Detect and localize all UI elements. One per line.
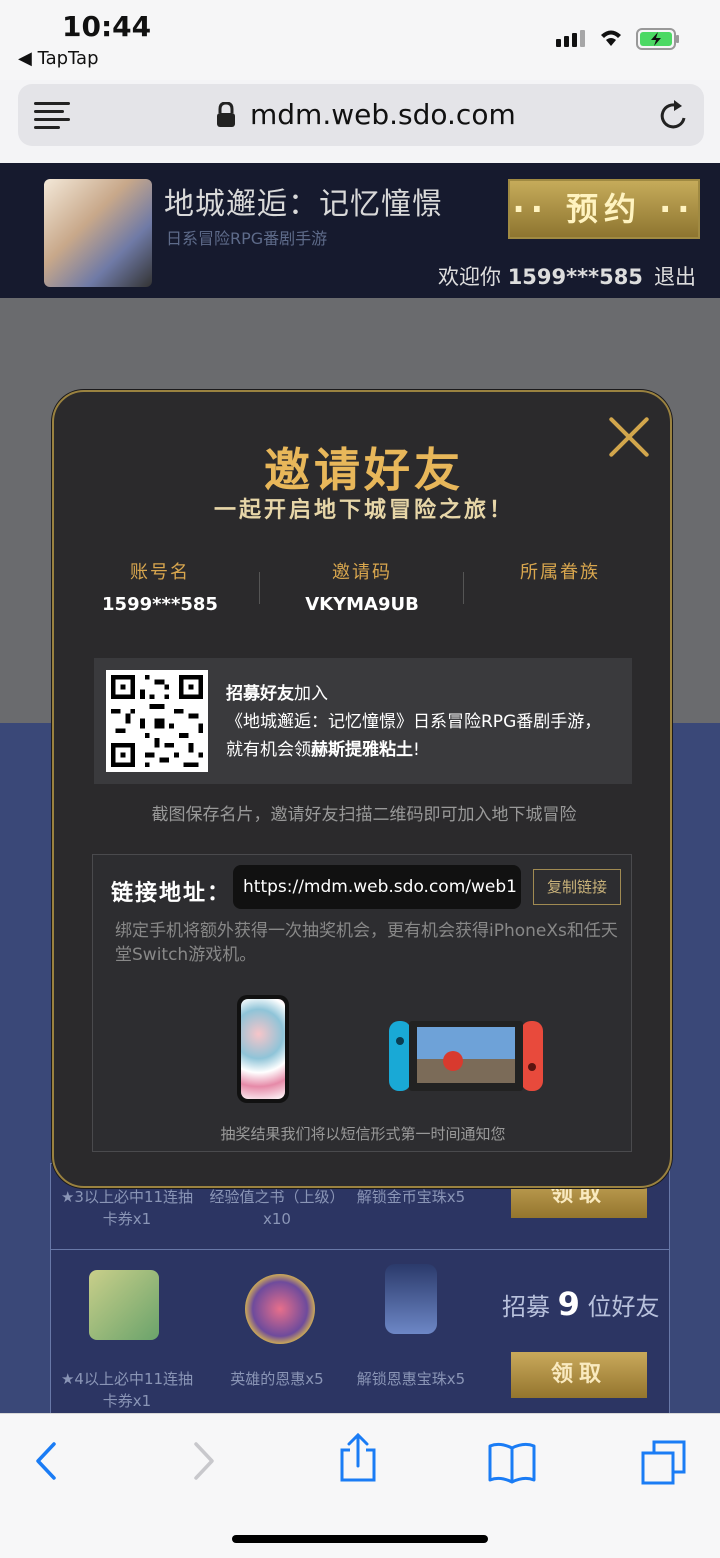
reward-item-label: 解锁金币宝珠x5 [356, 1188, 466, 1206]
welcome-label: 欢迎你 [438, 265, 501, 289]
account-label: 账号名 [130, 562, 190, 583]
invite-code-value: VKYMA9UB [305, 594, 419, 615]
recruit-suffix: 位好友 [587, 1293, 660, 1321]
recruit-text: 招募好友加入 《地城邂逅：记忆憧憬》日系冒险RPG番剧手游， 就有机会领赫斯提雅… [226, 680, 626, 764]
url-text[interactable]: mdm.web.sdo.com [250, 98, 516, 131]
modal-title: 邀请好友 [264, 443, 464, 497]
home-indicator [232, 1535, 488, 1543]
recruit-line2: 《地城邂逅：记忆憧憬》日系冒险RPG番剧手游， [226, 712, 602, 732]
logout-link[interactable]: 退出 [654, 261, 696, 291]
ticket-icon [89, 1270, 159, 1340]
back-arrow-icon[interactable] [32, 1440, 60, 1482]
lantern-icon [385, 1264, 437, 1334]
reward-item-label: ★4以上必中11连抽卡券x1 [60, 1370, 194, 1410]
game-subtitle: 日系冒险RPG番剧手游 [166, 229, 328, 248]
signal-icon [556, 30, 585, 47]
reward-row: ★4以上必中11连抽卡券x1 英雄的恩惠x5 解锁恩惠宝珠x5 领取 [50, 1249, 670, 1413]
site-header: 地城邂逅：记忆憧憬 日系冒险RPG番剧手游 ·· 预约 ·· 欢迎你 1599*… [0, 163, 720, 298]
reward-item-label: 经验值之书（上级）x10 [209, 1188, 345, 1228]
invite-friends-modal: 邀请好友 一起开启地下城冒险之旅！ 账号名 1599***585 邀请码 VKY… [52, 390, 672, 1188]
recruit-join: 加入 [294, 684, 328, 704]
wifi-icon [601, 30, 621, 46]
battery-icon [636, 28, 679, 50]
save-tip: 截图保存名片，邀请好友扫描二维码即可加入地下城冒险 [151, 805, 577, 825]
reward-item-label: 英雄的恩惠x5 [230, 1370, 324, 1388]
family-label: 所属眷族 [520, 562, 600, 583]
orb-icon [245, 1274, 315, 1344]
game-icon [44, 179, 152, 287]
copy-link-button[interactable]: 复制链接 [533, 869, 621, 905]
reward-item-label: ★3以上必中11连抽卡券x1 [60, 1188, 194, 1228]
recruit-line3-prefix: 就有机会领 [226, 740, 311, 760]
forward-arrow-icon[interactable] [190, 1440, 218, 1482]
recruit-count-label: 招募 9 位好友 [502, 1285, 660, 1323]
reload-icon[interactable] [658, 98, 690, 132]
tabs-icon[interactable] [640, 1440, 688, 1486]
recruit-prefix: 招募 [502, 1293, 550, 1321]
welcome-text: 欢迎你 1599***585 [438, 261, 643, 291]
divider [259, 572, 260, 604]
status-bar: 10:44 ◀ TapTap [0, 0, 720, 80]
bind-phone-tip: 绑定手机将额外获得一次抽奖机会，更有机会获得iPhoneXs和任天堂Switch… [115, 921, 618, 965]
reader-menu-icon[interactable] [34, 102, 70, 129]
recruit-line3-suffix: ! [413, 740, 420, 760]
account-value: 1599***585 [102, 594, 218, 615]
recruit-bold: 招募好友 [226, 684, 294, 704]
recruit-prize: 赫斯提雅粘土 [311, 740, 413, 760]
modal-subtitle: 一起开启地下城冒险之旅！ [213, 498, 514, 523]
lock-icon [217, 102, 235, 127]
back-to-app-link[interactable]: ◀ TapTap [18, 48, 99, 69]
invite-code-label: 邀请码 [332, 562, 392, 583]
clock: 10:44 [62, 10, 152, 43]
account-info: 账号名 1599***585 [60, 558, 260, 615]
qr-code [106, 670, 208, 772]
reserve-button[interactable]: ·· 预约 ·· [508, 179, 700, 239]
iphone-image [237, 995, 289, 1103]
qr-panel: 招募好友加入 《地城邂逅：记忆憧憬》日系冒险RPG番剧手游， 就有机会领赫斯提雅… [94, 658, 632, 784]
share-icon[interactable] [336, 1432, 380, 1484]
claim-button[interactable]: 领取 [511, 1352, 647, 1398]
username: 1599***585 [507, 265, 643, 289]
game-title: 地城邂逅：记忆憧憬 [164, 187, 443, 222]
invite-code-info: 邀请码 VKYMA9UB [262, 558, 462, 615]
recruit-count: 9 [557, 1285, 580, 1323]
address-bar[interactable]: mdm.web.sdo.com [18, 84, 704, 146]
bookmarks-icon[interactable] [486, 1440, 538, 1484]
family-info: 所属眷族 [460, 558, 660, 594]
link-label: 链接地址： [111, 881, 232, 906]
sms-notice: 抽奖结果我们将以短信形式第一时间通知您 [220, 1125, 506, 1143]
invite-link-field[interactable]: https://mdm.web.sdo.com/web1 [233, 865, 521, 909]
link-panel: 链接地址： https://mdm.web.sdo.com/web1 复制链接 … [92, 854, 632, 1152]
switch-console-image [389, 1021, 543, 1091]
reward-item-label: 解锁恩惠宝珠x5 [356, 1370, 466, 1388]
